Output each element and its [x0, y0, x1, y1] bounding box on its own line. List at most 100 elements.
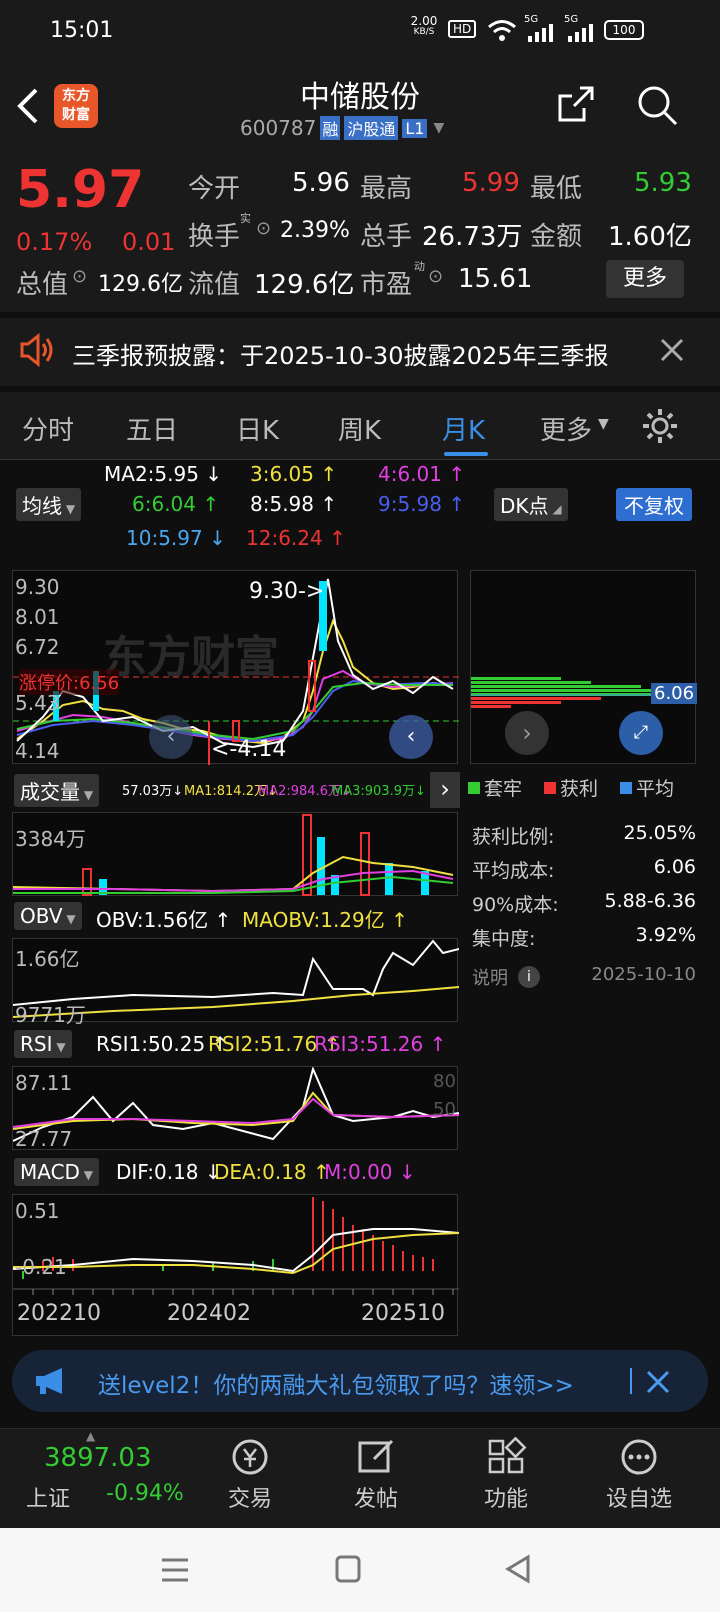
turnover-value: 2.39% — [280, 218, 350, 243]
promo-banner[interactable]: 送level2！你的两融大礼包领取了吗？速领>> — [12, 1350, 708, 1412]
limit-price-label: 涨停价:6.56 — [19, 669, 120, 695]
chip-stats: 套牢 获利 平均 获利比例: 25.05% 平均成本: 6.06 90%成本: … — [468, 774, 708, 1004]
open-label: 今开 — [188, 174, 241, 204]
post-button[interactable]: 发帖 — [336, 1437, 416, 1513]
more-button[interactable]: 更多 — [606, 260, 684, 298]
stock-code: 600787 — [240, 116, 317, 140]
info-circle-icon[interactable]: i — [518, 966, 540, 988]
tag-hgt: 沪股通 — [344, 116, 399, 140]
tab-wuri[interactable]: 五日 — [126, 410, 178, 447]
ma-selector[interactable]: 均线 ▼ — [16, 488, 82, 521]
chip-row-label-4: 集中度: — [472, 928, 536, 950]
tab-more[interactable]: 更多 — [540, 410, 592, 447]
volume-selector-label: 成交量 — [20, 780, 80, 804]
ma3-value: 3:6.05 ↑ — [250, 462, 338, 486]
tab-fenshi[interactable]: 分时 — [22, 410, 74, 447]
close-icon-2[interactable] — [646, 1370, 670, 1394]
y-label-2: 8.01 — [15, 605, 60, 629]
trade-label: 交易 — [227, 1487, 272, 1512]
share-icon[interactable] — [556, 84, 596, 124]
index-value[interactable]: 3897.03 — [44, 1443, 152, 1473]
chevron-down-icon[interactable]: ▼ — [433, 120, 444, 136]
rsi3-value: RSI3:51.26 ↑ — [314, 1032, 447, 1056]
chip-note-label: 说明 — [472, 968, 508, 989]
tab-rik[interactable]: 日K — [236, 410, 279, 447]
home-icon[interactable] — [334, 1554, 362, 1584]
volume-panel: 3384万 — [12, 812, 458, 896]
caret-down-icon: ▼ — [598, 416, 609, 432]
chevron-left-icon-2[interactable]: ‹ — [389, 715, 433, 759]
app-logo: 东方 财富 — [54, 84, 98, 128]
logo-line-1: 东方 — [62, 88, 90, 104]
macd-y-top: 0.51 — [15, 1199, 60, 1223]
info-icon-2[interactable]: ⊙ — [72, 266, 87, 287]
chevron-left-icon[interactable]: ‹ — [149, 715, 193, 759]
volume-selector[interactable]: 成交量 ▼ — [14, 774, 100, 807]
tab-yuek[interactable]: 月K — [442, 410, 485, 447]
macd-dea: DEA:0.18 ↑ — [214, 1160, 330, 1184]
pe-sup: 动 — [414, 260, 425, 273]
chip-row-value-3: 5.88-6.36 — [604, 890, 696, 912]
close-icon[interactable] — [660, 338, 684, 362]
maobv-value: MAOBV:1.29亿 ↑ — [242, 908, 408, 932]
volume-y-label: 3384万 — [15, 827, 86, 851]
tag-l1: L1 — [402, 118, 428, 138]
status-bar: 15:01 2.00 KB/S HD 5G 5G 100 — [0, 0, 720, 62]
stock-name: 中储股份 — [300, 80, 420, 115]
dk-label: DK点 — [500, 494, 549, 518]
tab-zhouk[interactable]: 周K — [338, 410, 381, 447]
rsi-selector[interactable]: RSI ▼ — [14, 1030, 72, 1058]
bottom-bar: ▲ 3897.03 上证 -0.94% 交易 发帖 功能 设自选 — [0, 1428, 720, 1528]
grid-icon — [488, 1436, 527, 1474]
expand-icon[interactable]: ⤢ — [619, 711, 663, 755]
obv-selector-label: OBV — [20, 904, 63, 928]
yuan-icon — [232, 1439, 268, 1475]
ma8-value: 8:5.98 ↑ — [250, 492, 338, 516]
chevron-right-icon-2[interactable]: › — [430, 772, 460, 808]
dk-button[interactable]: DK点 ◢ — [494, 488, 568, 521]
battery-icon: 100 — [604, 20, 644, 40]
turnover-label: 换手 — [188, 222, 241, 252]
ma2-value: MA2:5.95 ↓ — [104, 462, 223, 486]
amount-label: 金额 — [530, 222, 583, 252]
search-icon[interactable] — [636, 84, 680, 128]
chevron-right-icon[interactable]: › — [505, 711, 549, 755]
legend-average: 平均 — [636, 778, 675, 800]
legend-swatch-red — [544, 781, 557, 794]
info-icon-3[interactable]: ⊙ — [428, 266, 443, 287]
back-nav-icon[interactable] — [504, 1554, 532, 1584]
macd-panel: 0.51 -0.21 202210 202402 202510 — [12, 1194, 459, 1336]
fq-button[interactable]: 不复权 — [616, 488, 692, 521]
add-watchlist-button[interactable]: 设自选 — [596, 1437, 682, 1513]
amount-value: 1.60亿 — [608, 222, 692, 252]
stock-code-row: 600787 融 沪股通 L1 ▼ — [240, 116, 444, 140]
tab-indicator — [444, 452, 488, 456]
function-button[interactable]: 功能 — [466, 1436, 546, 1513]
notice-bar[interactable]: 三季报预披露：于2025-10-30披露2025年三季报 — [0, 318, 720, 386]
wifi-icon — [488, 20, 516, 41]
trade-button[interactable]: 交易 — [210, 1437, 290, 1513]
speaker-icon — [20, 332, 53, 368]
net-speed: 2.00 KB/S — [408, 15, 440, 38]
chip-date: 2025-10-10 — [591, 964, 696, 985]
kline-panel[interactable]: 东方财富 9.30 8.01 6.72 5.43 4.14 涨停价:6.56 9… — [12, 570, 459, 765]
rsi-header: RSI ▼ RSI1:50.25 ↑ RSI2:51.76 ↑ RSI3:51.… — [12, 1028, 458, 1062]
megaphone-icon — [36, 1368, 62, 1394]
macd-selector[interactable]: MACD ▼ — [14, 1158, 99, 1186]
obv-panel: 1.66亿 9771万 — [12, 938, 459, 1027]
index-change: -0.94% — [106, 1481, 184, 1506]
info-icon[interactable]: ⊙ — [256, 218, 271, 239]
back-icon[interactable] — [14, 86, 42, 126]
y-label-5: 4.14 — [15, 739, 60, 763]
cost-value: 6.06 — [651, 683, 698, 704]
x-label-2: 202402 — [167, 1301, 251, 1326]
edit-icon — [358, 1439, 394, 1473]
volume-value: 57.03万↓ — [122, 784, 184, 799]
high-label: 最高 — [360, 174, 413, 204]
gear-icon[interactable] — [640, 406, 680, 446]
rsi-y-top: 87.11 — [15, 1071, 73, 1095]
chip-panel[interactable]: 6.06 › ⤢ — [470, 570, 698, 764]
menu-icon[interactable] — [160, 1556, 190, 1584]
obv-selector[interactable]: OBV ▼ — [14, 902, 82, 930]
chip-note[interactable]: 说明 i — [472, 964, 540, 990]
